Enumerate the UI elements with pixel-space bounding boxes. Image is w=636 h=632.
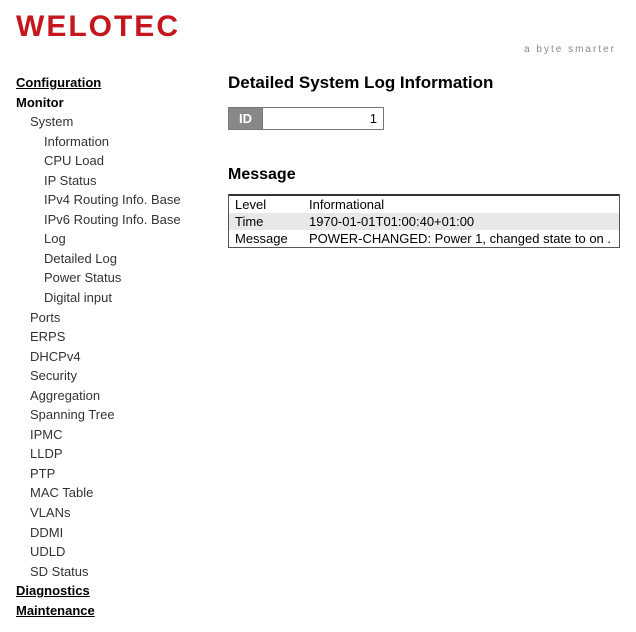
- nav-aggregation[interactable]: Aggregation: [16, 386, 208, 406]
- nav-security[interactable]: Security: [16, 366, 208, 386]
- nav-system-ipv6-routing[interactable]: IPv6 Routing Info. Base: [16, 210, 208, 230]
- nav-erps[interactable]: ERPS: [16, 327, 208, 347]
- nav-sd-status[interactable]: SD Status: [16, 562, 208, 582]
- nav-system-digital-input[interactable]: Digital input: [16, 288, 208, 308]
- message-val-message: POWER-CHANGED: Power 1, changed state to…: [309, 231, 613, 246]
- brand-name: WELOTEC: [16, 12, 620, 42]
- nav-spanning-tree[interactable]: Spanning Tree: [16, 405, 208, 425]
- message-key-level: Level: [235, 197, 309, 212]
- nav-lldp[interactable]: LLDP: [16, 444, 208, 464]
- nav-diagnostics[interactable]: Diagnostics: [16, 581, 208, 601]
- main-content: Detailed System Log Information ID Messa…: [208, 73, 620, 248]
- message-val-level: Informational: [309, 197, 613, 212]
- log-id-field: ID: [228, 107, 384, 130]
- nav-system-ipv4-routing[interactable]: IPv4 Routing Info. Base: [16, 190, 208, 210]
- message-row-time: Time 1970-01-01T01:00:40+01:00: [229, 213, 619, 230]
- nav-configuration[interactable]: Configuration: [16, 73, 208, 93]
- nav-ptp[interactable]: PTP: [16, 464, 208, 484]
- message-row-level: Level Informational: [229, 196, 619, 213]
- message-key-time: Time: [235, 214, 309, 229]
- brand-tagline: a byte smarter: [16, 44, 620, 55]
- nav-system-cpu-load[interactable]: CPU Load: [16, 151, 208, 171]
- sidebar-nav: Configuration Monitor System Information…: [16, 73, 208, 620]
- nav-vlans[interactable]: VLANs: [16, 503, 208, 523]
- nav-udld[interactable]: UDLD: [16, 542, 208, 562]
- message-key-message: Message: [235, 231, 309, 246]
- log-id-input[interactable]: [262, 108, 383, 129]
- nav-system-log[interactable]: Log: [16, 229, 208, 249]
- nav-maintenance[interactable]: Maintenance: [16, 601, 208, 621]
- nav-monitor[interactable]: Monitor: [16, 93, 208, 113]
- message-val-time: 1970-01-01T01:00:40+01:00: [309, 214, 613, 229]
- nav-mac-table[interactable]: MAC Table: [16, 483, 208, 503]
- log-id-label: ID: [229, 108, 262, 129]
- nav-ipmc[interactable]: IPMC: [16, 425, 208, 445]
- nav-system-ip-status[interactable]: IP Status: [16, 171, 208, 191]
- message-section-title: Message: [228, 166, 620, 184]
- nav-system-detailed-log[interactable]: Detailed Log: [16, 249, 208, 269]
- page-title: Detailed System Log Information: [228, 73, 620, 93]
- nav-ddmi[interactable]: DDMI: [16, 523, 208, 543]
- nav-system[interactable]: System: [16, 112, 208, 132]
- nav-system-information[interactable]: Information: [16, 132, 208, 152]
- nav-dhcpv4[interactable]: DHCPv4: [16, 347, 208, 367]
- nav-system-power-status[interactable]: Power Status: [16, 268, 208, 288]
- brand-logo: WELOTEC a byte smarter: [16, 12, 620, 55]
- nav-ports[interactable]: Ports: [16, 308, 208, 328]
- message-row-message: Message POWER-CHANGED: Power 1, changed …: [229, 230, 619, 247]
- message-table: Level Informational Time 1970-01-01T01:0…: [228, 194, 620, 248]
